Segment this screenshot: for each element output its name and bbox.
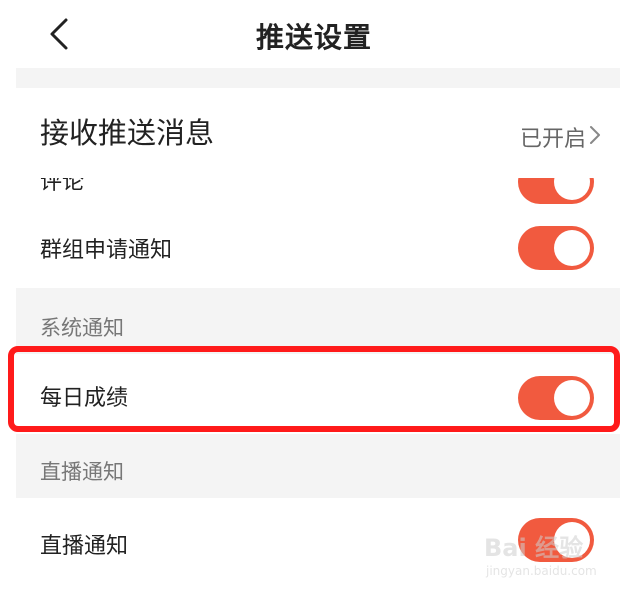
- toggle-knob: [554, 380, 590, 416]
- watermark-subtext: jingyan.baidu.com: [486, 564, 597, 578]
- section-header-system: 系统通知: [40, 316, 124, 340]
- comment-toggle[interactable]: [518, 178, 594, 204]
- push-settings-page: 推送设置 接收推送消息 已开启 评论 群组申请通知 系统通知 每日成绩 直播通知…: [0, 0, 628, 593]
- top-nav-bar: 推送设置: [0, 0, 628, 68]
- baidu-watermark: Bai 经验 jingyan.baidu.com: [478, 520, 618, 586]
- receive-push-status[interactable]: 已开启: [520, 121, 586, 153]
- toggle-knob: [554, 230, 590, 266]
- group-request-row[interactable]: 群组申请通知: [16, 208, 620, 288]
- daily-score-label: 每日成绩: [40, 386, 129, 411]
- section-header-live: 直播通知: [40, 460, 124, 484]
- watermark-text: Bai 经验: [484, 534, 584, 562]
- group-request-label: 群组申请通知: [40, 238, 173, 263]
- receive-push-label: 接收推送消息: [40, 116, 215, 150]
- page-title: 推送设置: [255, 21, 372, 54]
- daily-score-toggle[interactable]: [518, 376, 594, 420]
- receive-push-row[interactable]: 接收推送消息 已开启: [16, 88, 620, 178]
- toggle-knob: [554, 178, 590, 200]
- comment-label: 评论: [40, 178, 85, 195]
- group-request-toggle[interactable]: [518, 226, 594, 270]
- chevron-right-icon: [590, 126, 600, 144]
- daily-score-row[interactable]: 每日成绩: [16, 354, 620, 434]
- comment-row[interactable]: 评论: [16, 178, 620, 208]
- live-notify-label: 直播通知: [40, 534, 129, 559]
- settings-list: 接收推送消息 已开启 评论 群组申请通知 系统通知 每日成绩 直播通知 直播通知: [16, 68, 620, 593]
